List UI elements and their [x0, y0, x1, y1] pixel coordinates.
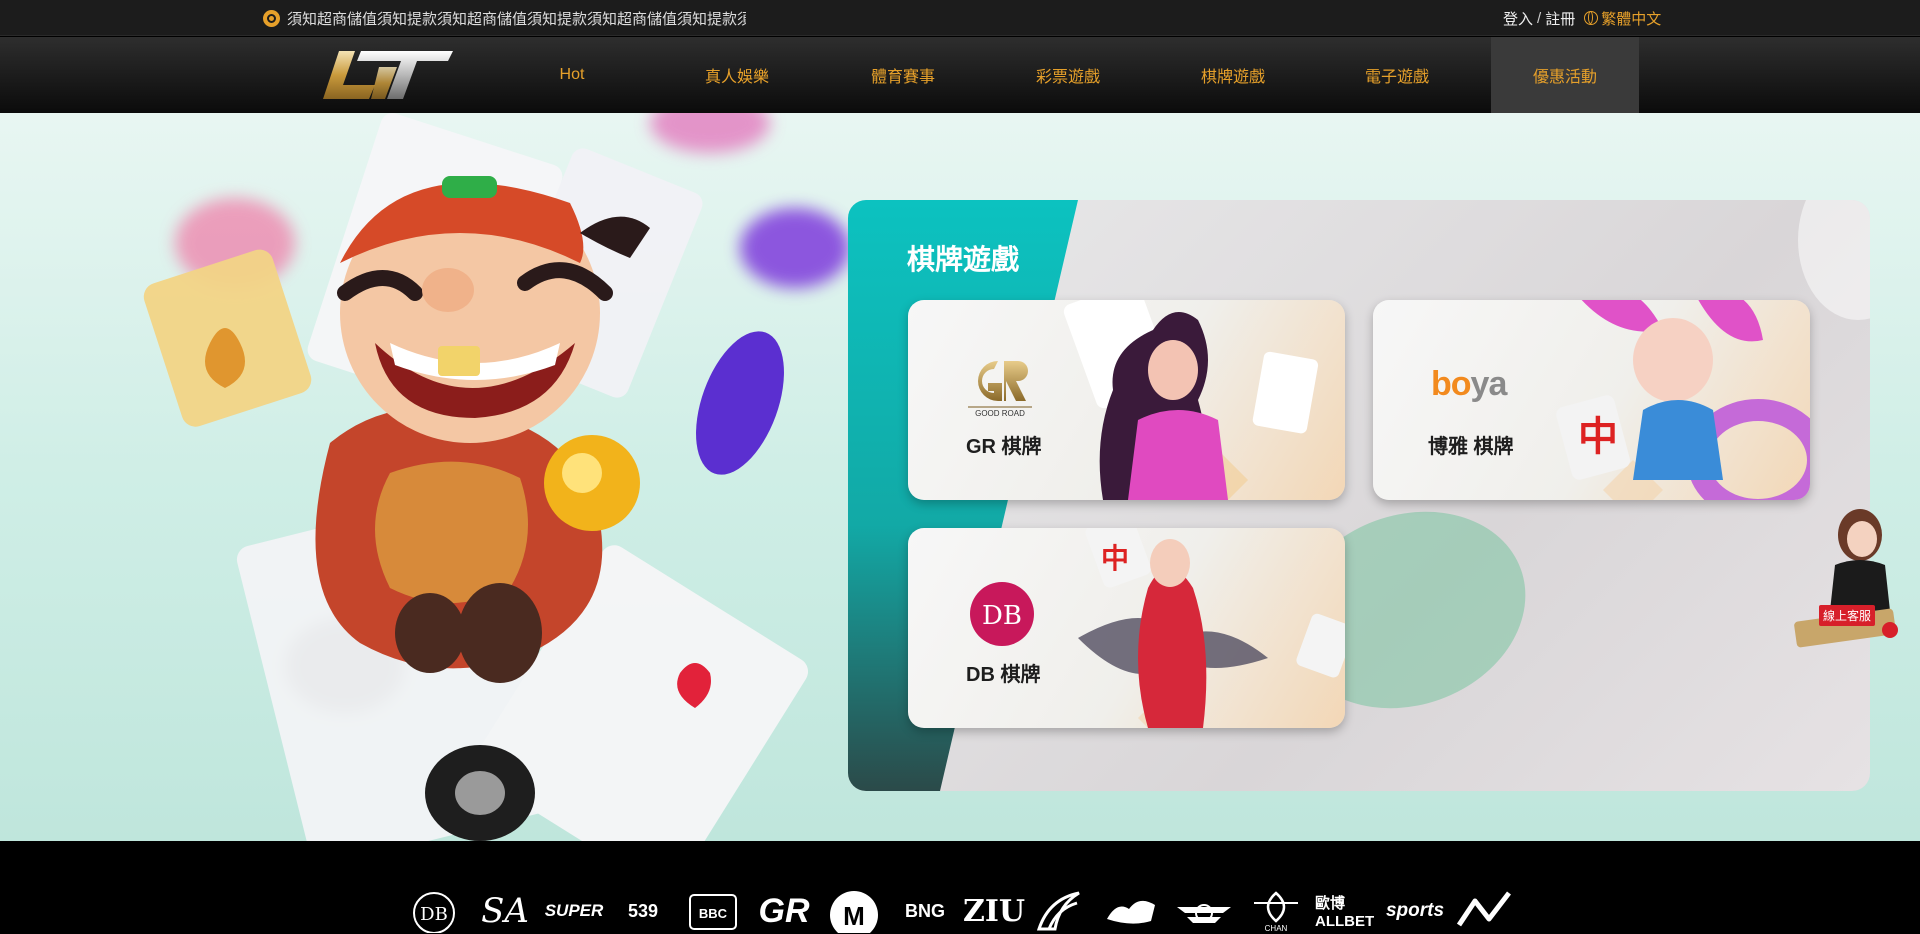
announcement-icon	[263, 9, 280, 27]
db-logo: DB	[970, 582, 1034, 646]
nav-promotions[interactable]: 優惠活動	[1491, 37, 1639, 113]
auth-separator: /	[1537, 9, 1542, 27]
nav-live-casino[interactable]: 真人娛樂	[690, 37, 784, 113]
globe-icon	[1584, 11, 1599, 25]
boya-logo: boya	[1431, 365, 1507, 403]
card-label: DB 棋牌	[966, 664, 1041, 686]
language-label: 繁體中文	[1601, 10, 1662, 28]
provider-logo-539[interactable]: 539	[613, 889, 673, 933]
hero-section: 棋牌遊戲 GOOD ROAD GR 棋牌 中 boya 博雅 棋牌 中 DB D…	[0, 113, 1920, 841]
announcement-marquee[interactable]: 須知超商儲值須知提款須知超商儲值須知提款須知超商儲值須知提款須	[263, 0, 746, 36]
provider-logo-bng[interactable]: BNG	[893, 889, 957, 933]
card-label: 博雅 棋牌	[1428, 436, 1514, 458]
svg-text:GOOD ROAD: GOOD ROAD	[975, 409, 1025, 418]
nav-sports[interactable]: 體育賽事	[856, 37, 950, 113]
online-customer-service[interactable]: 線上客服	[1790, 505, 1910, 655]
game-card-db[interactable]: 中 DB DB 棋牌	[908, 528, 1345, 728]
svg-text:M: M	[843, 901, 865, 931]
provider-logo-db[interactable]: DB	[409, 889, 459, 933]
card-label: GR 棋牌	[966, 436, 1042, 458]
provider-logo-bbc[interactable]: BBC	[686, 889, 740, 933]
provider-logo-chan[interactable]: CHAN	[1246, 889, 1306, 933]
gr-logo: GOOD ROAD	[968, 361, 1032, 418]
nav-card-games[interactable]: 棋牌遊戲	[1186, 37, 1280, 113]
card-games-panel: 棋牌遊戲 GOOD ROAD GR 棋牌 中 boya 博雅 棋牌 中 DB D…	[848, 200, 1870, 791]
provider-logo-gr[interactable]: GR	[755, 889, 813, 933]
site-logo[interactable]	[321, 43, 453, 103]
top-bar: 須知超商儲值須知提款須知超商儲值須知提款須知超商儲值須知提款須 登入 / 註冊 …	[0, 0, 1920, 36]
provider-logo-allbet[interactable]: 歐博ALLBET	[1315, 889, 1377, 933]
footer: DB SA SUPER 539 BBC GR M BNG ZIU CHAN 歐博…	[0, 841, 1920, 934]
provider-logos: DB SA SUPER 539 BBC GR M BNG ZIU CHAN 歐博…	[403, 885, 1520, 934]
auth-links: 登入 / 註冊 繁體中文	[1503, 0, 1661, 36]
game-card-gr[interactable]: GOOD ROAD GR 棋牌	[908, 300, 1345, 500]
panel-title: 棋牌遊戲	[907, 244, 1020, 275]
provider-logo-super[interactable]: SUPER	[544, 889, 604, 933]
provider-logo-wing[interactable]	[1175, 889, 1233, 933]
provider-logo-ziu[interactable]: ZIU	[963, 889, 1025, 933]
service-label: 線上客服	[1819, 605, 1876, 626]
provider-logo-sa[interactable]: SA	[479, 889, 531, 933]
provider-logo-dragon[interactable]	[1103, 889, 1163, 933]
provider-logo-m[interactable]: M	[828, 889, 880, 933]
game-card-boya[interactable]: 中 boya 博雅 棋牌	[1373, 300, 1810, 500]
login-link[interactable]: 登入	[1503, 8, 1533, 29]
nav-hot[interactable]: Hot	[526, 37, 618, 113]
language-switcher[interactable]: 繁體中文	[1584, 8, 1661, 29]
svg-text:CHAN: CHAN	[1265, 924, 1288, 933]
svg-text:BBC: BBC	[699, 906, 728, 921]
god-of-fortune-illustration	[143, 113, 809, 841]
register-link[interactable]: 註冊	[1545, 8, 1575, 29]
svg-text:中: 中	[1101, 542, 1129, 575]
provider-logo-sports[interactable]: sports	[1384, 889, 1446, 933]
marquee-text: 須知超商儲值須知提款須知超商儲值須知提款須知超商儲值須知提款須	[287, 10, 746, 28]
nav-lottery[interactable]: 彩票遊戲	[1021, 37, 1115, 113]
service-avatar-icon	[1794, 509, 1898, 648]
svg-text:DB: DB	[982, 601, 1022, 631]
provider-logo-wave[interactable]	[1035, 889, 1083, 933]
svg-text:DB: DB	[420, 904, 448, 925]
svg-text:中: 中	[1578, 414, 1618, 460]
provider-logo-rs[interactable]	[1455, 889, 1515, 933]
nav-slots[interactable]: 電子遊戲	[1350, 37, 1444, 113]
main-nav: Hot 真人娛樂 體育賽事 彩票遊戲 棋牌遊戲 電子遊戲 優惠活動	[0, 37, 1920, 113]
